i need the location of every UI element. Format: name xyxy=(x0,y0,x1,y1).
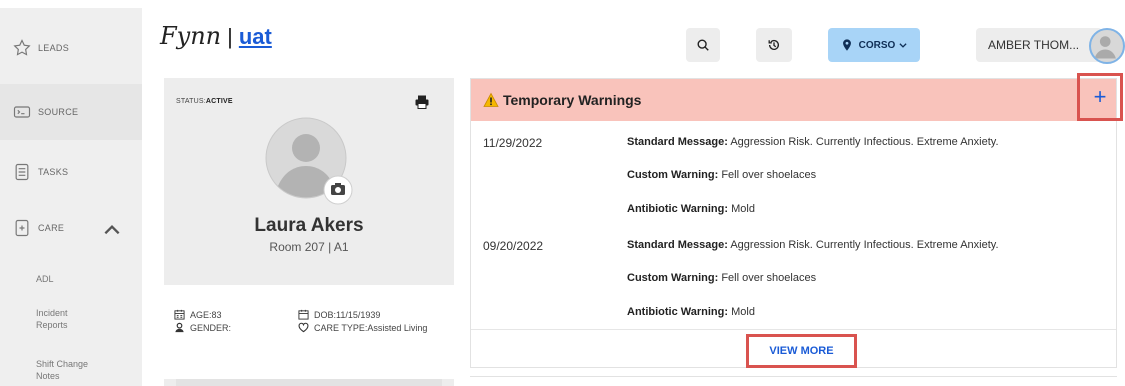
environment-link[interactable]: uat xyxy=(239,24,272,50)
sidebar-item-label: TASKS xyxy=(38,167,69,177)
warning-date: 11/29/2022 xyxy=(483,136,543,150)
sidebar-item-tasks[interactable]: TASKS xyxy=(0,144,142,200)
care-icon xyxy=(15,219,29,237)
sidebar-item-leads[interactable]: LEADS xyxy=(0,20,142,76)
standard-message: Standard Message: Aggression Risk. Curre… xyxy=(627,239,999,251)
avatar[interactable] xyxy=(1089,28,1125,64)
status-label: STATUS: xyxy=(176,98,206,105)
custom-warning: Custom Warning: Fell over shoelaces xyxy=(627,169,816,181)
custom-warning-value: Fell over shoelaces xyxy=(721,169,817,181)
gender-value: GENDER: xyxy=(190,323,232,333)
camera-icon[interactable] xyxy=(323,175,353,205)
warnings-header: Temporary Warnings xyxy=(471,79,1116,121)
custom-warning-label: Custom Warning: xyxy=(627,169,719,181)
patient-room: Room 207 | A1 xyxy=(269,240,349,254)
chevron-up-icon[interactable] xyxy=(102,220,122,240)
location-dropdown[interactable]: CORSO xyxy=(828,28,920,62)
location-label: CORSO xyxy=(858,39,896,51)
person-icon xyxy=(175,322,184,333)
antibiotic-warning: Antibiotic Warning: Mold xyxy=(627,203,755,215)
gender-info: GENDER: xyxy=(174,322,231,334)
antibiotic-warning: Antibiotic Warning: Mold xyxy=(627,306,755,318)
custom-warning-label: Custom Warning: xyxy=(627,272,719,284)
custom-warning: Custom Warning: Fell over shoelaces xyxy=(627,272,816,284)
search-button[interactable] xyxy=(686,28,720,62)
dob-value: DOB:11/15/1939 xyxy=(314,310,381,320)
brand-separator: | xyxy=(227,24,233,49)
chevron-down-icon xyxy=(899,43,907,48)
warning-icon xyxy=(483,92,499,107)
temporary-warnings-card: Temporary Warnings + 11/29/2022 Standard… xyxy=(470,73,1123,368)
care-type-info: CARE TYPE:Assisted Living xyxy=(298,322,428,334)
user-avatar-icon xyxy=(1094,36,1116,59)
source-icon xyxy=(13,106,31,118)
sidebar-item-source[interactable]: SOURCE xyxy=(0,84,142,140)
search-icon xyxy=(697,39,709,51)
user-menu[interactable]: AMBER THOM... xyxy=(976,28,1102,62)
patient-name: Laura Akers xyxy=(254,215,364,236)
print-icon[interactable] xyxy=(414,94,430,110)
next-card-edge xyxy=(470,376,1117,386)
profile-details: AGE:83 GENDER: DOB:11/15/1939 CARE TYPE:… xyxy=(164,285,454,379)
sidebar-item-label: CARE xyxy=(38,223,65,233)
user-name: AMBER THOM... xyxy=(988,38,1080,52)
age-value: AGE:83 xyxy=(190,310,222,320)
profile-card: STATUS:ACTIVE Laura Akers Room 207 | A1 … xyxy=(164,78,454,386)
standard-message-label: Standard Message: xyxy=(627,136,728,148)
status-line: STATUS:ACTIVE xyxy=(176,98,233,105)
sidebar: LEADS SOURCE TASKS CARE ADL Incident Rep… xyxy=(0,8,142,386)
star-icon xyxy=(13,39,31,56)
history-icon xyxy=(768,39,780,50)
app-root: LEADS SOURCE TASKS CARE ADL Incident Rep… xyxy=(0,0,1125,386)
sidebar-item-label: SOURCE xyxy=(38,107,79,117)
location-pin-icon xyxy=(842,39,851,51)
antibiotic-warning-label: Antibiotic Warning: xyxy=(627,203,729,215)
sidebar-subitem-shift-change-notes[interactable]: Shift Change Notes xyxy=(36,358,106,382)
sidebar-item-label: LEADS xyxy=(38,43,70,53)
heart-icon xyxy=(298,322,309,333)
standard-message-value: Aggression Risk. Currently Infectious. E… xyxy=(730,136,999,148)
warnings-title: Temporary Warnings xyxy=(503,92,642,108)
calendar-grid-icon xyxy=(174,309,185,320)
dob-info: DOB:11/15/1939 xyxy=(298,309,380,321)
standard-message-value: Aggression Risk. Currently Infectious. E… xyxy=(730,239,999,251)
add-warning-button[interactable]: + xyxy=(1077,73,1123,121)
standard-message-label: Standard Message: xyxy=(627,239,728,251)
antibiotic-warning-value: Mold xyxy=(731,203,755,215)
age-info: AGE:83 xyxy=(174,309,222,321)
calendar-icon xyxy=(298,309,309,320)
warnings-divider xyxy=(471,329,1116,330)
antibiotic-warning-value: Mold xyxy=(731,306,755,318)
history-button[interactable] xyxy=(756,28,792,62)
sidebar-item-care[interactable]: CARE xyxy=(0,200,142,256)
care-type-value: CARE TYPE:Assisted Living xyxy=(314,323,428,333)
brand-logo: Fynn xyxy=(160,22,222,50)
profile-avatar xyxy=(265,117,353,205)
tasks-icon xyxy=(15,163,29,181)
sidebar-subitem-adl[interactable]: ADL xyxy=(36,273,54,285)
status-value: ACTIVE xyxy=(205,98,233,105)
brand[interactable]: Fynn | uat xyxy=(160,22,272,50)
standard-message: Standard Message: Aggression Risk. Curre… xyxy=(627,136,999,148)
custom-warning-value: Fell over shoelaces xyxy=(721,272,817,284)
view-more-button[interactable]: VIEW MORE xyxy=(746,334,857,368)
profile-strip xyxy=(176,379,442,386)
sidebar-subitem-incident-reports[interactable]: Incident Reports xyxy=(36,307,96,331)
antibiotic-warning-label: Antibiotic Warning: xyxy=(627,306,729,318)
warning-date: 09/20/2022 xyxy=(483,239,544,253)
